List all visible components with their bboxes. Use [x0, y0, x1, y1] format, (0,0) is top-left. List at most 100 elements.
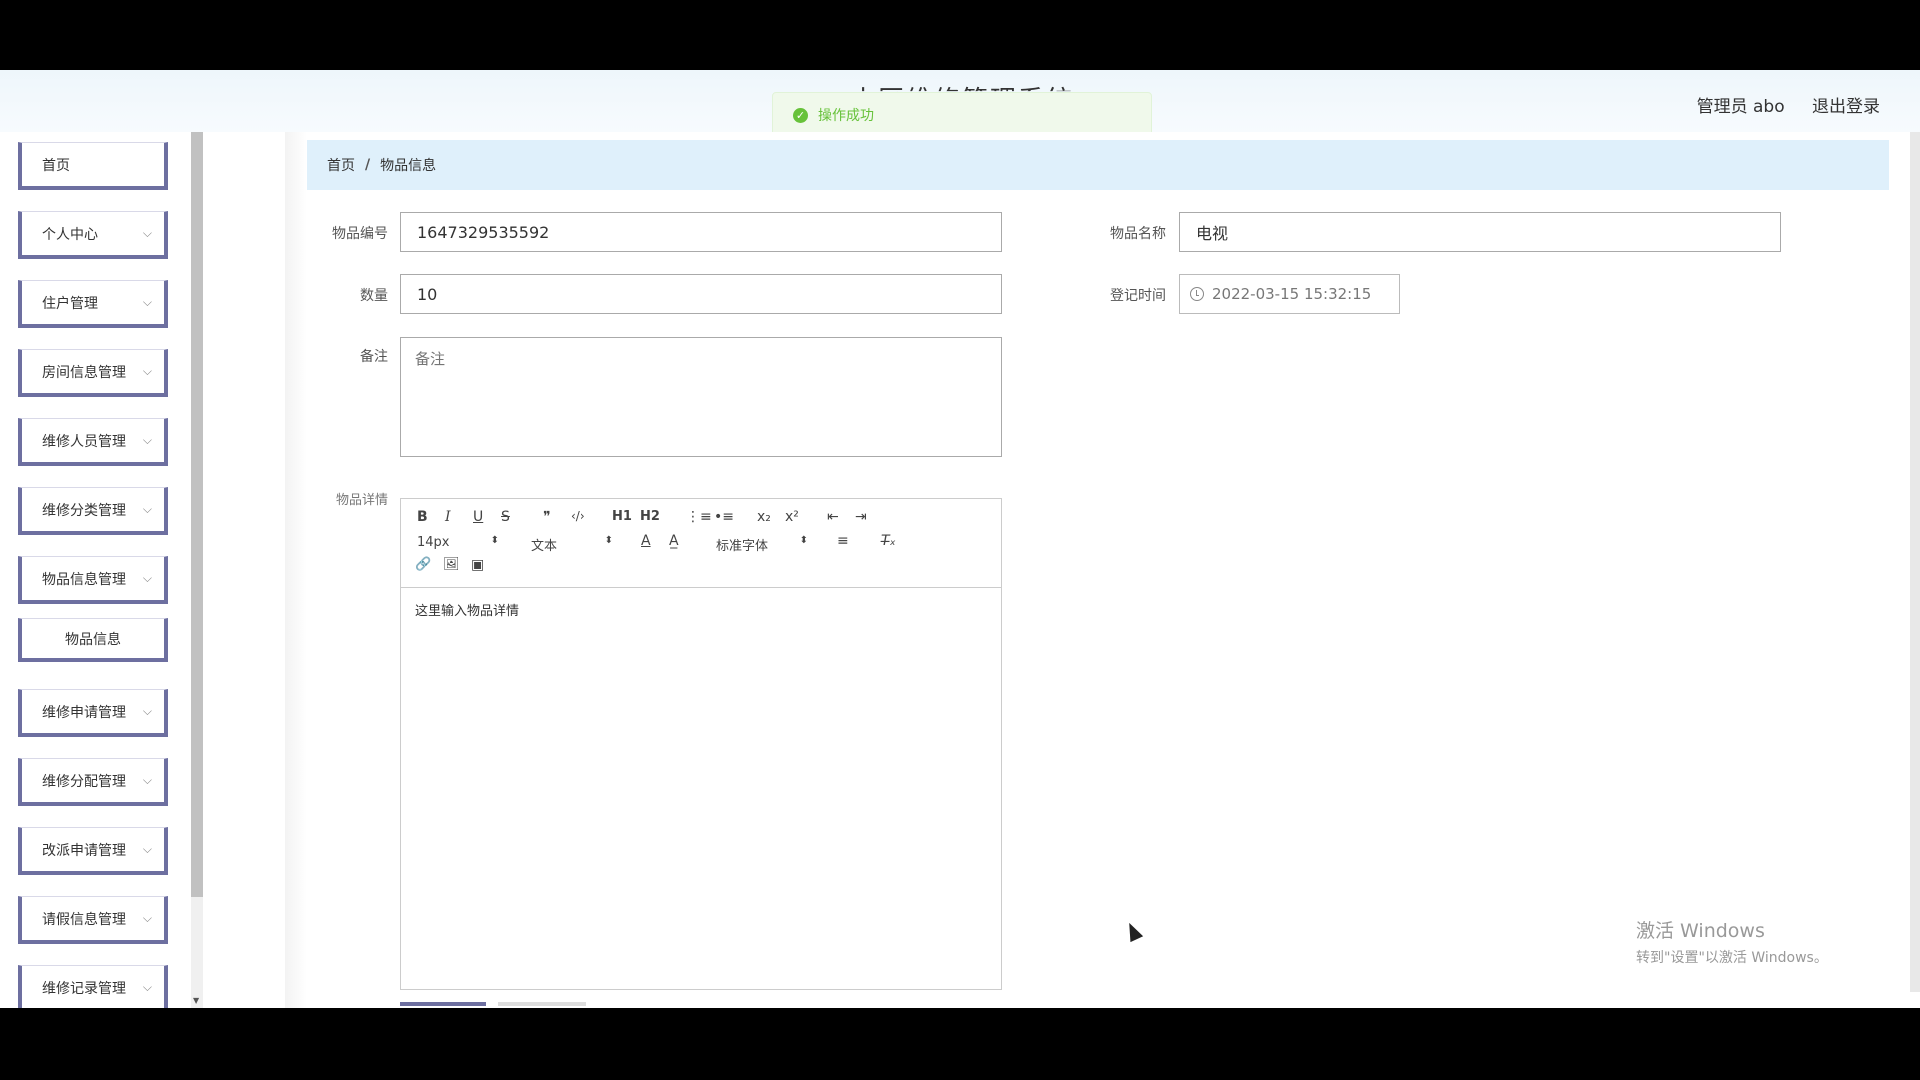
detail-label: 物品详情 — [335, 493, 388, 508]
sidebar-item-label: 维修分类管理 — [42, 502, 126, 519]
chevron-down-icon: ⌵ — [142, 295, 152, 309]
chevron-down-icon: ⌵ — [142, 704, 152, 718]
cancel-button[interactable] — [498, 1002, 586, 1008]
watermark-title: 激活 Windows — [1636, 920, 1765, 942]
sidebar-item-label: 请假信息管理 — [42, 911, 126, 928]
remark-label: 备注 — [360, 349, 388, 365]
register-time-label: 登记时间 — [1110, 288, 1166, 304]
background-color-icon[interactable]: A̲ — [669, 533, 679, 549]
clock-icon — [1190, 287, 1204, 301]
sidebar-item-item-management[interactable]: 物品信息管理 ⌵ — [18, 556, 168, 604]
font-family-value: 标准字体 — [716, 539, 769, 554]
item-no-input[interactable]: 1647329535592 — [400, 212, 1002, 252]
submit-button[interactable] — [400, 1002, 486, 1008]
sidebar-item-label: 物品信息管理 — [42, 571, 126, 588]
font-family-select[interactable]: 标准字体 ⬍ — [716, 535, 808, 554]
select-arrow-icon: ⬍ — [490, 535, 499, 546]
h1-button[interactable]: H1 — [612, 509, 632, 524]
watermark-subtitle: 转到"设置"以激活 Windows。 — [1636, 950, 1828, 966]
sidebar-item-label: 首页 — [42, 157, 70, 174]
chevron-down-icon: ⌵ — [142, 502, 152, 516]
breadcrumb: 首页 / 物品信息 — [307, 140, 1889, 190]
sidebar-scrollbar-thumb[interactable] — [191, 132, 203, 897]
sidebar-item-personal-center[interactable]: 个人中心 ⌵ — [18, 211, 168, 259]
bullet-list-icon[interactable]: •≡ — [714, 509, 734, 525]
video-icon[interactable]: ▣ — [471, 557, 484, 573]
register-time-value: 2022-03-15 15:32:15 — [1212, 285, 1372, 303]
breadcrumb-home[interactable]: 首页 — [327, 155, 355, 175]
select-arrow-icon: ⬍ — [604, 535, 613, 546]
text-format-select[interactable]: 文本 ⬍ — [531, 535, 613, 554]
sidebar-item-reassign-request-management[interactable]: 改派申请管理 ⌵ — [18, 827, 168, 875]
sidebar-item-label: 维修人员管理 — [42, 433, 126, 450]
page-scrollbar[interactable] — [1910, 132, 1920, 992]
sidebar-item-repair-request-management[interactable]: 维修申请管理 ⌵ — [18, 689, 168, 737]
text-format-value: 文本 — [531, 539, 558, 554]
register-time-picker[interactable]: 2022-03-15 15:32:15 — [1179, 274, 1400, 314]
sidebar-item-repair-assignment-management[interactable]: 维修分配管理 ⌵ — [18, 758, 168, 806]
sidebar: 首页 个人中心 ⌵ 住户管理 ⌵ 房间信息管理 ⌵ 维修人员管理 ⌵ 维修分类管… — [0, 132, 205, 1008]
link-icon[interactable]: 🔗 — [415, 557, 431, 572]
align-icon[interactable]: ≡ — [837, 533, 849, 549]
logout-link[interactable]: 退出登录 — [1812, 97, 1880, 117]
sidebar-item-label: 维修申请管理 — [42, 704, 126, 721]
subscript-button[interactable]: x₂ — [757, 509, 771, 525]
sidebar-subitem-item-info[interactable]: 物品信息 — [18, 618, 168, 662]
app-screen: 小区维修管理系统 管理员 abo 退出登录 ✓ 操作成功 首页 个人中心 ⌵ 住… — [0, 70, 1920, 1008]
user-area: 管理员 abo 退出登录 — [1675, 92, 1880, 117]
item-name-label: 物品名称 — [1110, 226, 1166, 242]
chevron-down-icon: ⌵ — [142, 226, 152, 240]
image-icon[interactable]: 🖼 — [443, 557, 460, 572]
sidebar-item-repair-category-management[interactable]: 维修分类管理 ⌵ — [18, 487, 168, 535]
text-color-icon[interactable]: A — [641, 533, 651, 549]
sidebar-item-label: 维修记录管理 — [42, 980, 126, 997]
quantity-label: 数量 — [360, 288, 388, 304]
chevron-down-icon: ⌵ — [142, 364, 152, 378]
remark-textarea[interactable] — [400, 337, 1002, 457]
toast-message: 操作成功 — [818, 108, 874, 124]
font-size-select[interactable]: 14px ⬍ — [417, 535, 499, 550]
h2-button[interactable]: H2 — [640, 509, 660, 524]
sidebar-item-label: 房间信息管理 — [42, 364, 126, 381]
sidebar-item-home[interactable]: 首页 — [18, 142, 168, 190]
breadcrumb-separator: / — [365, 157, 371, 173]
windows-activation-watermark: 激活 Windows 转到"设置"以激活 Windows。 — [1636, 916, 1828, 967]
blockquote-icon[interactable]: ❞ — [543, 509, 551, 525]
strike-button[interactable]: S — [501, 509, 510, 525]
sidebar-item-resident-management[interactable]: 住户管理 ⌵ — [18, 280, 168, 328]
top-header: 小区维修管理系统 管理员 abo 退出登录 ✓ 操作成功 — [0, 70, 1920, 138]
editor-toolbar: B I U S ❞ ‹/› H1 H2 ⋮≡ •≡ x₂ x² ⇤ ⇥ 14px… — [401, 499, 1001, 588]
font-size-value: 14px — [417, 535, 450, 550]
sidebar-item-label: 个人中心 — [42, 226, 98, 243]
editor-content[interactable]: 这里输入物品详情 — [401, 588, 1001, 631]
code-block-icon[interactable]: ‹/› — [571, 509, 585, 523]
quantity-input[interactable]: 10 — [400, 274, 1002, 314]
sidebar-item-leave-management[interactable]: 请假信息管理 ⌵ — [18, 896, 168, 944]
rich-text-editor: B I U S ❞ ‹/› H1 H2 ⋮≡ •≡ x₂ x² ⇤ ⇥ 14px… — [400, 498, 1002, 990]
item-no-label: 物品编号 — [332, 226, 388, 242]
superscript-button[interactable]: x² — [785, 509, 799, 525]
underline-button[interactable]: U — [473, 509, 483, 525]
outdent-icon[interactable]: ⇤ — [827, 509, 839, 525]
sidebar-item-label: 物品信息 — [65, 631, 121, 648]
decorative-strip — [285, 132, 307, 1008]
chevron-down-icon: ⌵ — [142, 433, 152, 447]
breadcrumb-current: 物品信息 — [380, 158, 437, 174]
chevron-down-icon: ⌵ — [142, 980, 152, 994]
sidebar-item-repairman-management[interactable]: 维修人员管理 ⌵ — [18, 418, 168, 466]
sidebar-item-repair-record-management[interactable]: 维修记录管理 ⌵ — [18, 965, 168, 1008]
sidebar-item-label: 维修分配管理 — [42, 773, 126, 790]
chevron-down-icon: ⌵ — [142, 773, 152, 787]
scroll-down-arrow-icon[interactable]: ▼ — [193, 996, 199, 1005]
select-arrow-icon: ⬍ — [799, 535, 808, 546]
sidebar-item-room-management[interactable]: 房间信息管理 ⌵ — [18, 349, 168, 397]
sidebar-item-label: 改派申请管理 — [42, 842, 126, 859]
ordered-list-icon[interactable]: ⋮≡ — [686, 509, 712, 525]
chevron-down-icon: ⌵ — [142, 842, 152, 856]
italic-button[interactable]: I — [445, 509, 451, 525]
indent-icon[interactable]: ⇥ — [855, 509, 867, 525]
chevron-up-icon: ⌵ — [142, 571, 152, 585]
bold-button[interactable]: B — [417, 509, 428, 525]
clear-format-icon[interactable]: T̶ₓ — [881, 533, 896, 549]
item-name-input[interactable]: 电视 — [1179, 212, 1781, 252]
